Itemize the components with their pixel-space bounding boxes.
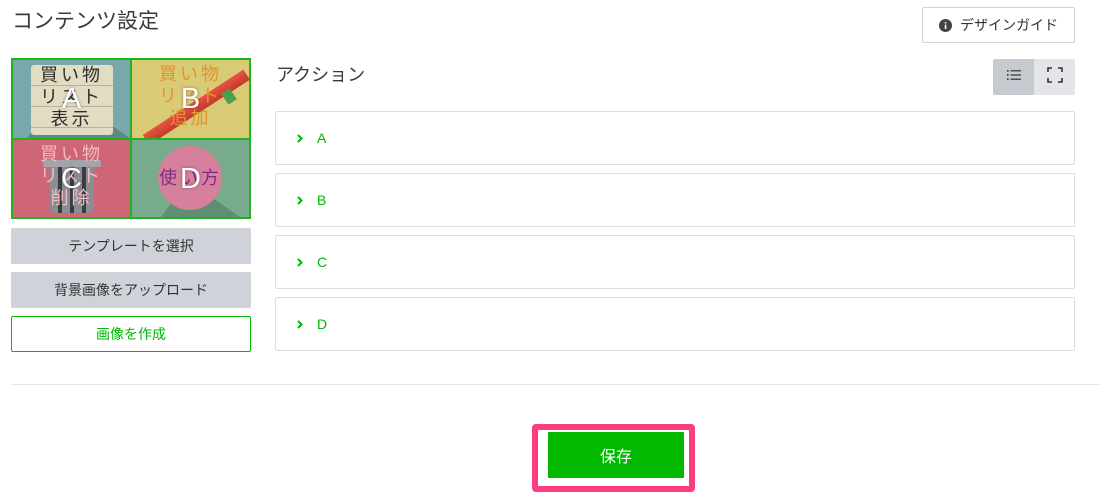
action-item-label: C <box>317 254 328 270</box>
create-image-button[interactable]: 画像を作成 <box>11 316 251 352</box>
chevron-right-icon <box>297 319 303 329</box>
list-icon <box>1006 68 1021 86</box>
action-item-c[interactable]: C <box>275 235 1075 289</box>
rich-menu-area-b[interactable]: 買い物 リスト 追加 B <box>132 60 249 138</box>
fullscreen-view-button[interactable] <box>1034 59 1075 95</box>
area-letter-b: B <box>180 83 201 115</box>
chevron-right-icon <box>297 133 303 143</box>
area-letter-a: A <box>61 83 82 115</box>
action-item-a[interactable]: A <box>275 111 1075 165</box>
actions-heading: アクション <box>276 65 366 85</box>
save-button[interactable]: 保存 <box>548 432 684 478</box>
info-icon <box>939 18 952 32</box>
rich-menu-area-c[interactable]: 買い物 リスト 削除 C <box>13 140 130 217</box>
chevron-right-icon <box>297 257 303 267</box>
rich-menu-image-grid: 買い物 リスト 表示 A 買い物 リスト 追加 B 買い物 リスト 削除 C 使… <box>11 58 251 219</box>
action-item-d[interactable]: D <box>275 297 1075 351</box>
page-title: コンテンツ設定 <box>12 10 159 33</box>
design-guide-label: デザインガイド <box>960 17 1058 33</box>
section-divider <box>11 384 1100 385</box>
area-letter-d: D <box>180 162 201 195</box>
area-letter-c: C <box>61 162 82 195</box>
action-item-label: D <box>317 316 328 332</box>
action-item-label: B <box>317 192 327 208</box>
fullscreen-icon <box>1046 66 1063 88</box>
select-template-button[interactable]: テンプレートを選択 <box>11 228 251 264</box>
action-item-b[interactable]: B <box>275 173 1075 227</box>
list-view-button[interactable] <box>993 59 1034 95</box>
chevron-right-icon <box>297 195 303 205</box>
upload-background-button[interactable]: 背景画像をアップロード <box>11 272 251 308</box>
design-guide-button[interactable]: デザインガイド <box>922 7 1075 43</box>
rich-menu-area-d[interactable]: 使い方 D <box>132 140 249 217</box>
image-text-line: 買い物 <box>159 64 222 84</box>
view-mode-toggle <box>993 59 1075 95</box>
action-item-label: A <box>317 130 327 146</box>
rich-menu-area-a[interactable]: 買い物 リスト 表示 A <box>13 60 130 138</box>
